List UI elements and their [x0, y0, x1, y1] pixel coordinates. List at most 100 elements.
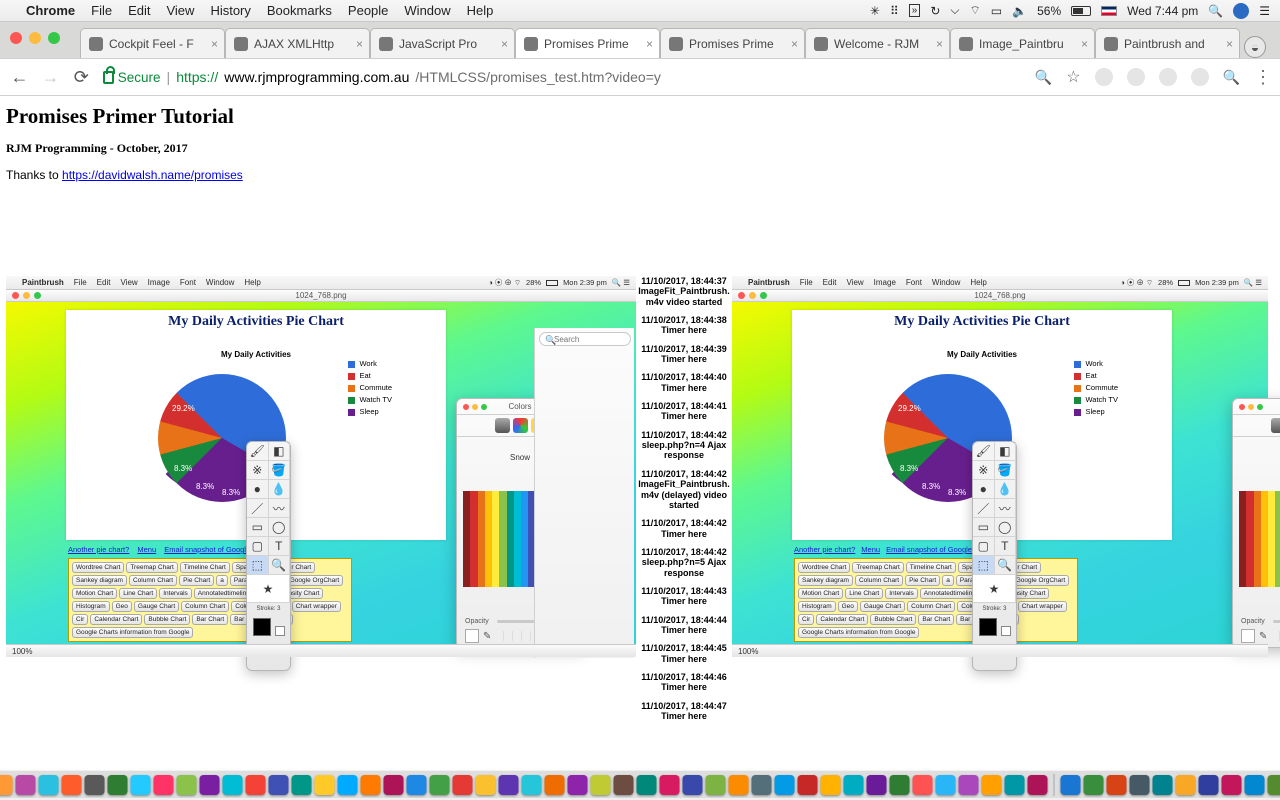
rect-tool-icon[interactable]: ▭ [247, 518, 269, 537]
eyedropper-tool-icon[interactable]: 💧 [269, 480, 291, 499]
dock-app-icon[interactable] [545, 775, 565, 795]
chrome-tab[interactable]: Image_Paintbru× [950, 28, 1095, 58]
chart-type-button[interactable]: Motion Chart [798, 588, 843, 599]
menu-window[interactable]: Window [404, 3, 450, 18]
wifi-icon[interactable]: ⌔ [970, 3, 981, 18]
dock-app-icon[interactable] [499, 775, 519, 795]
chart-type-button[interactable]: a [216, 575, 228, 586]
chrome-tab[interactable]: Promises Prime× [660, 28, 805, 58]
chart-type-button[interactable]: Google OrgChart [286, 575, 344, 586]
dock-app-icon[interactable] [1130, 775, 1150, 795]
close-tab-button[interactable]: × [356, 37, 363, 51]
chart-type-button[interactable]: Timeline Chart [906, 562, 956, 573]
dock-app-icon[interactable] [982, 775, 1002, 795]
dock-app-icon[interactable] [154, 775, 174, 795]
input-flag-icon[interactable] [1101, 6, 1117, 16]
color-wheel-icon[interactable] [477, 418, 492, 433]
chart-type-button[interactable]: Bar Chart [918, 614, 954, 625]
dock-app-icon[interactable] [660, 775, 680, 795]
thanks-link[interactable]: https://davidwalsh.name/promises [62, 168, 243, 182]
chart-type-button[interactable]: Google Charts information from Google [798, 627, 919, 638]
menu-edit[interactable]: Edit [128, 3, 150, 18]
back-button[interactable]: ← [10, 67, 29, 88]
dock-app-icon[interactable] [200, 775, 220, 795]
dock-app-icon[interactable] [1107, 775, 1127, 795]
chart-type-button[interactable]: Intervals [885, 588, 918, 599]
close-window-button[interactable] [10, 32, 22, 44]
profile-avatar-button[interactable]: ◒ [1244, 36, 1266, 58]
dock-app-icon[interactable] [1245, 775, 1265, 795]
close-tab-button[interactable]: × [1081, 37, 1088, 51]
chart-type-button[interactable]: Column Chart [907, 601, 955, 612]
dock-app-icon[interactable] [591, 775, 611, 795]
dock-app-icon[interactable] [1061, 775, 1081, 795]
chart-type-button[interactable]: Wordtree Chart [72, 562, 124, 573]
dock-app-icon[interactable] [62, 775, 82, 795]
curve-tool-icon[interactable]: 〰 [269, 499, 291, 518]
chart-type-button[interactable]: Sankey diagram [72, 575, 127, 586]
volume-icon[interactable]: 🔈 [1012, 4, 1027, 18]
dock-app-icon[interactable] [453, 775, 473, 795]
chart-type-button[interactable]: Pie Chart [179, 575, 214, 586]
chart-type-button[interactable]: Wordtree Chart [798, 562, 850, 573]
color-sliders-icon[interactable] [495, 418, 510, 433]
dock-app-icon[interactable] [890, 775, 910, 795]
chart-type-button[interactable]: Cir [798, 614, 814, 625]
menu-view[interactable]: View [166, 3, 194, 18]
chart-type-button[interactable]: Column Chart [129, 575, 177, 586]
chart-type-button[interactable]: Chart wrapper [292, 601, 341, 612]
dock-app-icon[interactable] [476, 775, 496, 795]
dock-app-icon[interactable] [706, 775, 726, 795]
menubar-clock[interactable]: Wed 7:44 pm [1127, 4, 1198, 18]
extension-icon[interactable] [1159, 68, 1177, 86]
dock-app-icon[interactable] [614, 775, 634, 795]
zoom-icon[interactable]: 🔍 [1035, 69, 1052, 86]
dock-app-icon[interactable] [959, 775, 979, 795]
display-icon[interactable]: ▭ [991, 4, 1002, 18]
dock-app-icon[interactable] [936, 775, 956, 795]
dock-app-icon[interactable] [407, 775, 427, 795]
spotlight-icon[interactable]: 🔍 [1208, 4, 1223, 18]
menubar-app-icon[interactable] [1233, 3, 1249, 19]
close-tab-button[interactable]: × [936, 37, 943, 51]
chart-type-button[interactable]: Histogram [72, 601, 110, 612]
eraser-tool-icon[interactable]: ◧ [269, 442, 291, 461]
dock-app-icon[interactable] [1222, 775, 1242, 795]
close-tab-button[interactable]: × [501, 37, 508, 51]
chrome-tab[interactable]: Paintbrush and× [1095, 28, 1240, 58]
dock-app-icon[interactable] [16, 775, 36, 795]
fullscreen-window-button[interactable] [48, 32, 60, 44]
dock-app-icon[interactable] [384, 775, 404, 795]
chart-type-button[interactable]: Motion Chart [72, 588, 117, 599]
dock-app-icon[interactable] [775, 775, 795, 795]
chart-type-button[interactable]: Bubble Chart [144, 614, 190, 625]
chart-type-button[interactable]: Pie Chart [905, 575, 940, 586]
dock-app-icon[interactable] [1153, 775, 1173, 795]
menubar-sync-icon[interactable]: ↻ [930, 4, 940, 18]
chart-type-button[interactable]: Google OrgChart [1012, 575, 1070, 586]
battery-icon[interactable] [1071, 6, 1091, 16]
select-tool-icon[interactable]: ⬚ [247, 556, 269, 575]
dock-app-icon[interactable] [430, 775, 450, 795]
chrome-tab[interactable]: JavaScript Pro× [370, 28, 515, 58]
chart-type-button[interactable]: Column Chart [181, 601, 229, 612]
dock-app-icon[interactable] [568, 775, 588, 795]
roundrect-tool-icon[interactable]: ▢ [247, 537, 269, 556]
chart-type-button[interactable]: Bubble Chart [870, 614, 916, 625]
close-tab-button[interactable]: × [1226, 37, 1233, 51]
chart-type-button[interactable]: Calendar Chart [816, 614, 868, 625]
dock-app-icon[interactable] [361, 775, 381, 795]
dock-app-icon[interactable] [1268, 775, 1280, 795]
chrome-tab[interactable]: Welcome - RJM× [805, 28, 950, 58]
dock-app-icon[interactable] [821, 775, 841, 795]
dock-app-icon[interactable] [867, 775, 887, 795]
reload-button[interactable]: ⟳ [72, 67, 91, 88]
menu-bookmarks[interactable]: Bookmarks [267, 3, 332, 18]
menu-history[interactable]: History [210, 3, 250, 18]
chrome-menu-button[interactable]: ⋮ [1254, 67, 1270, 88]
chart-type-button[interactable]: Calendar Chart [90, 614, 142, 625]
dock-app-icon[interactable] [292, 775, 312, 795]
chart-type-button[interactable]: Gauge Chart [860, 601, 905, 612]
text-tool-icon[interactable]: T [269, 537, 291, 556]
close-tab-button[interactable]: × [211, 37, 218, 51]
